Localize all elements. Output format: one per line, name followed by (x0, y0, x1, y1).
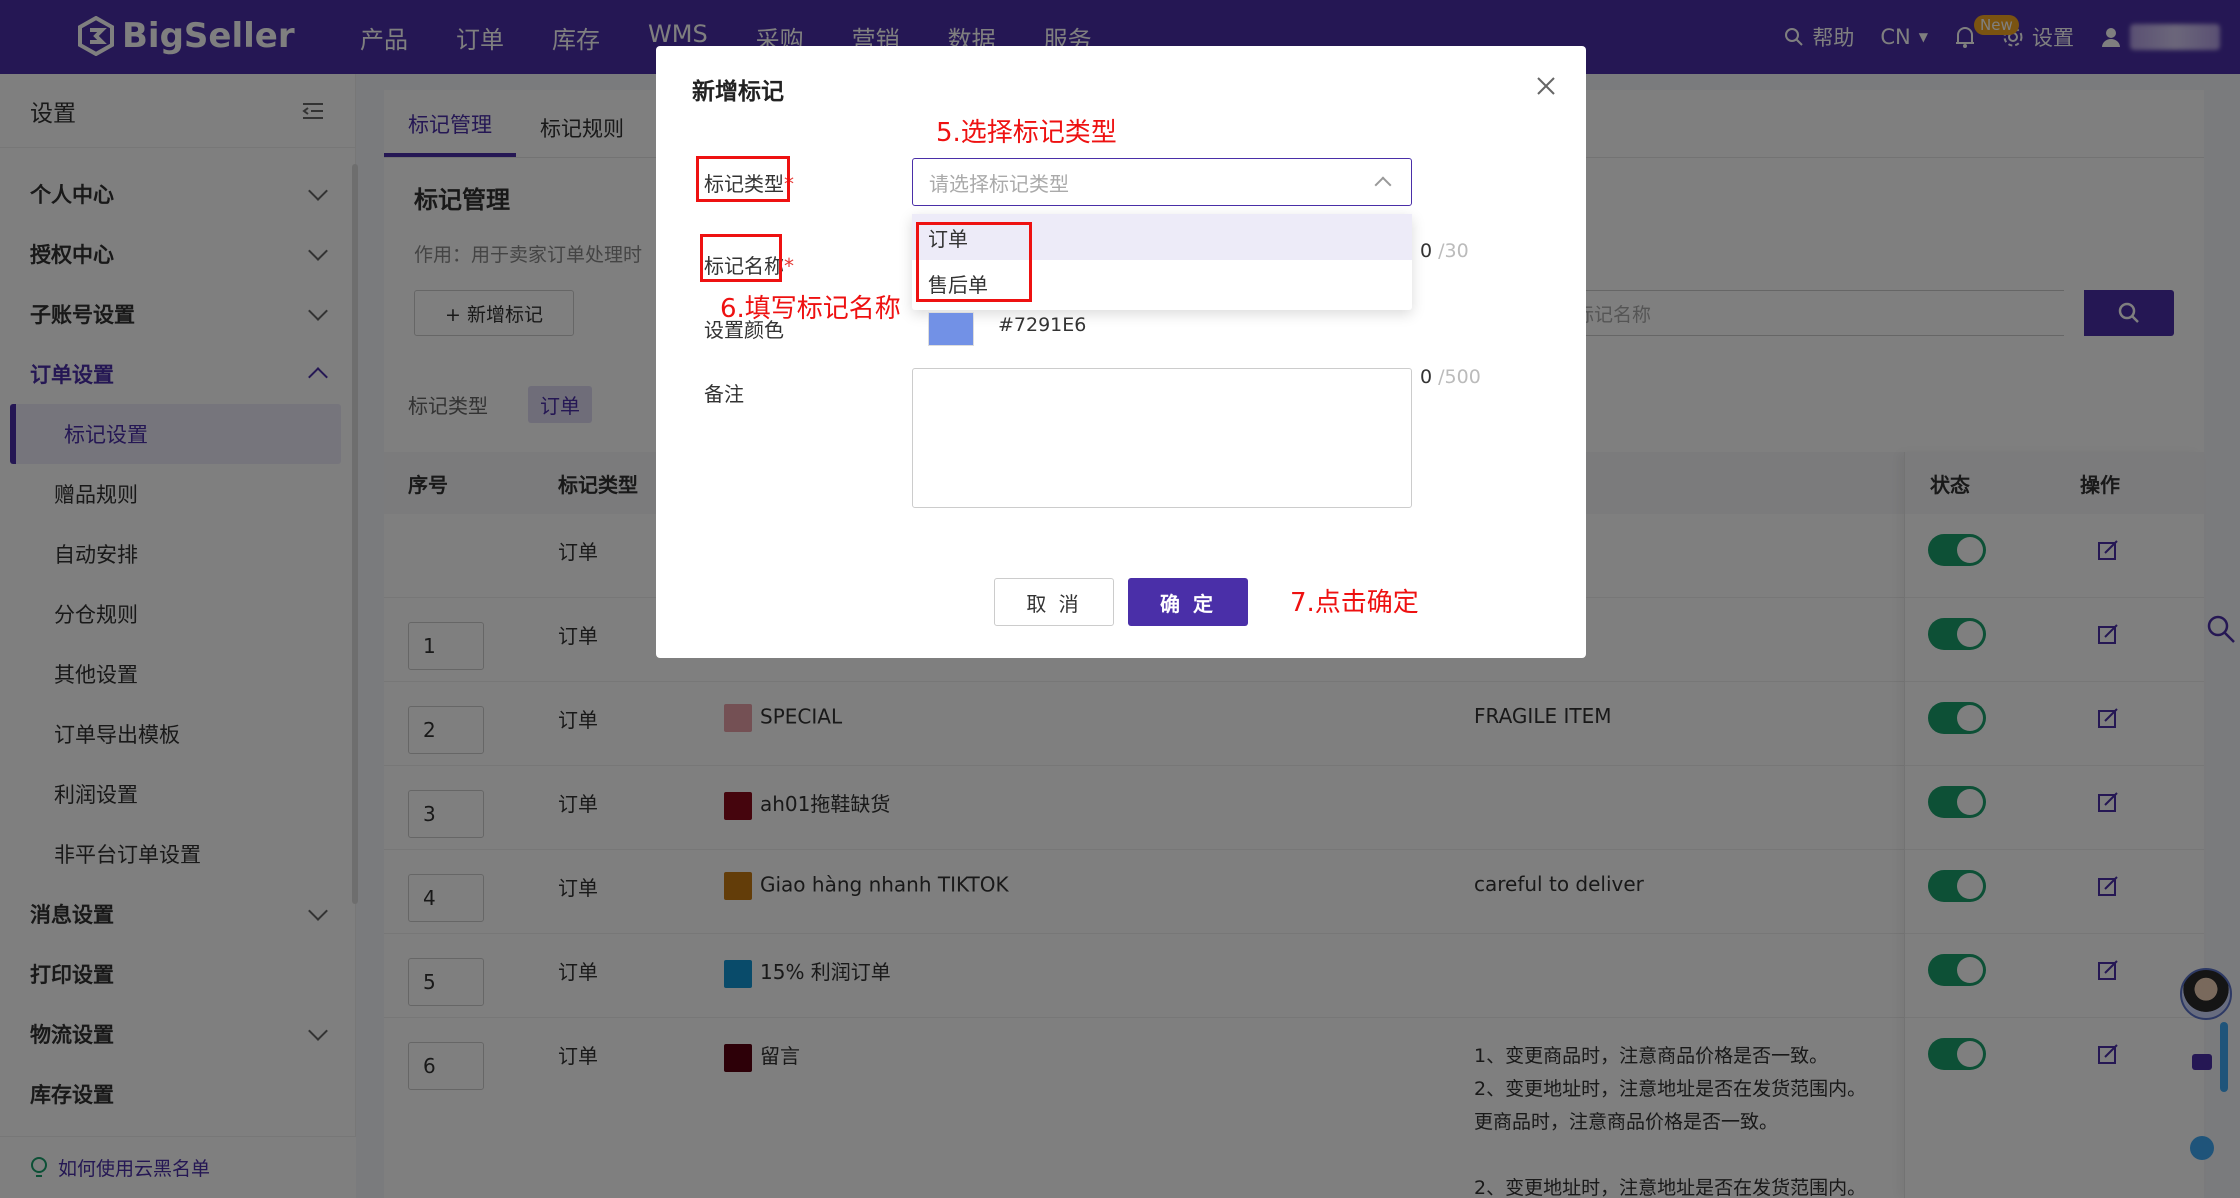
annotation-box-name-label (700, 234, 782, 282)
mark-type-select[interactable]: 请选择标记类型 (912, 158, 1412, 206)
cancel-button[interactable]: 取 消 (994, 578, 1114, 626)
add-mark-modal: 新增标记 标记类型* 请选择标记类型 订单 售后单 标记名称* 0 /30 设置… (656, 46, 1586, 658)
close-icon[interactable] (1534, 74, 1558, 98)
remark-label: 备注 (704, 382, 744, 406)
annotation-step6: 6.填写标记名称 (720, 294, 901, 324)
name-char-counter: 0 /30 (1420, 240, 1469, 262)
annotation-step7: 7.点击确定 (1290, 588, 1419, 618)
modal-title: 新增标记 (692, 79, 784, 105)
remark-char-counter: 0 /500 (1420, 366, 1481, 388)
annotation-box-type-label (696, 156, 790, 202)
color-picker[interactable] (928, 312, 974, 346)
confirm-button[interactable]: 确 定 (1128, 578, 1248, 626)
annotation-step5: 5.选择标记类型 (936, 118, 1117, 148)
annotation-box-dropdown (916, 222, 1032, 302)
remark-textarea[interactable] (912, 368, 1412, 508)
chevron-up-icon (1374, 176, 1392, 194)
color-value: #7291E6 (998, 314, 1087, 336)
